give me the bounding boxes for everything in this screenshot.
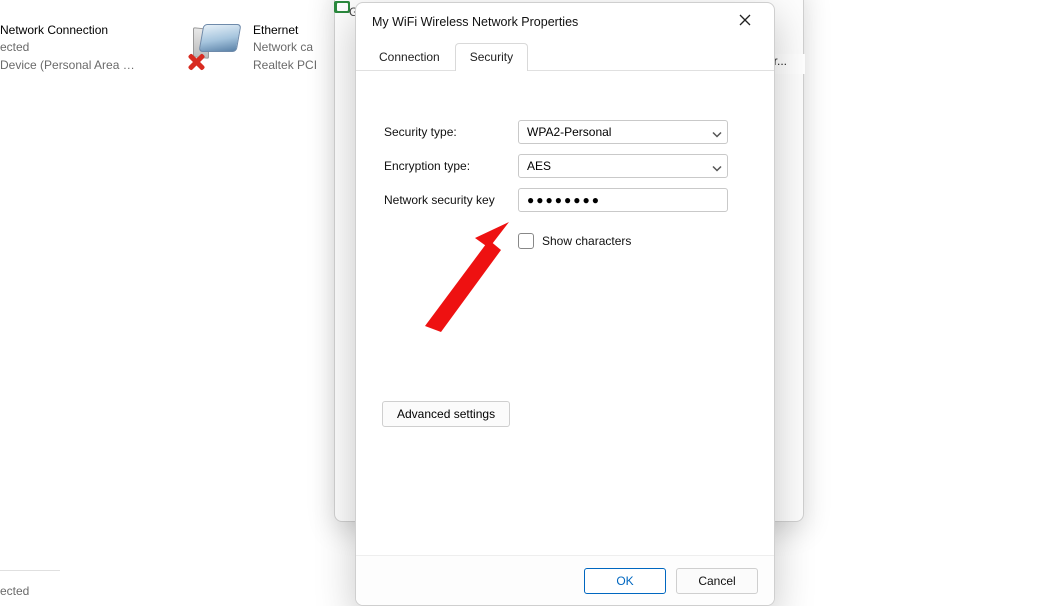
show-characters-label: Show characters — [542, 234, 631, 248]
divider — [0, 570, 60, 571]
security-tab-body: Security type: WPA2-Personal Encryption … — [356, 71, 774, 555]
ethernet-line3: Realtek PCI — [253, 57, 317, 74]
show-characters-checkbox[interactable] — [518, 233, 534, 249]
ethernet-line2: Network ca — [253, 39, 317, 56]
network-key-label: Network security key — [384, 193, 518, 207]
dialog-title: My WiFi Wireless Network Properties — [372, 15, 724, 29]
security-type-value: WPA2-Personal — [527, 125, 611, 139]
security-type-row: Security type: WPA2-Personal — [384, 115, 746, 149]
dialog-tabs: Connection Security — [356, 41, 774, 71]
network-key-input[interactable] — [518, 188, 728, 212]
network-key-row: Network security key — [384, 183, 746, 217]
ethernet-title: Ethernet — [253, 22, 317, 39]
encryption-type-select[interactable]: AES — [518, 154, 728, 178]
bottom-status-fragment: ected — [0, 584, 29, 598]
ethernet-nic-icon — [183, 22, 243, 70]
security-type-select[interactable]: WPA2-Personal — [518, 120, 728, 144]
cancel-button[interactable]: Cancel — [676, 568, 758, 594]
close-button[interactable] — [724, 7, 766, 37]
signal-bars-icon — [334, 1, 350, 13]
disconnected-x-icon — [185, 52, 205, 72]
truncated-text-right: ir... — [771, 54, 805, 74]
tab-security[interactable]: Security — [455, 43, 528, 71]
bt-title-fragment: Network Connection — [0, 22, 135, 39]
dialog-titlebar: My WiFi Wireless Network Properties — [356, 3, 774, 41]
ethernet-text: Ethernet Network ca Realtek PCI — [253, 22, 317, 74]
bluetooth-connection-fragment: Network Connection ected Device (Persona… — [0, 22, 135, 74]
ethernet-connection-item[interactable]: Ethernet Network ca Realtek PCI — [183, 22, 317, 74]
close-icon — [739, 13, 751, 31]
security-type-label: Security type: — [384, 125, 518, 139]
encryption-type-row: Encryption type: AES — [384, 149, 746, 183]
encryption-type-label: Encryption type: — [384, 159, 518, 173]
bt-status-fragment: ected — [0, 39, 135, 56]
tab-connection[interactable]: Connection — [364, 43, 455, 71]
advanced-settings-button[interactable]: Advanced settings — [382, 401, 510, 427]
encryption-type-value: AES — [527, 159, 551, 173]
wifi-properties-dialog: My WiFi Wireless Network Properties Conn… — [355, 2, 775, 606]
ok-button[interactable]: OK — [584, 568, 666, 594]
show-characters-row: Show characters — [518, 233, 746, 249]
dialog-footer: OK Cancel — [356, 555, 774, 605]
bt-device-fragment: Device (Personal Area … — [0, 57, 135, 74]
